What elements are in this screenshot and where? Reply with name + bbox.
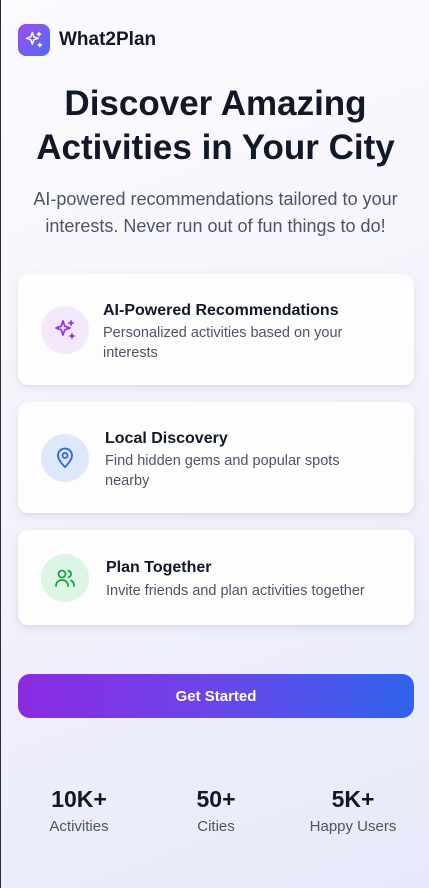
stat-label: Happy Users — [309, 818, 397, 835]
feature-card-plan-together: Plan Together Invite friends and plan ac… — [18, 530, 414, 625]
users-icon — [41, 554, 89, 602]
map-pin-icon — [41, 434, 89, 482]
app-name: What2Plan — [59, 29, 157, 50]
stat-value: 50+ — [196, 786, 236, 812]
feature-card-local-discovery: Local Discovery Find hidden gems and pop… — [18, 402, 414, 513]
feature-description: Find hidden gems and popular spots nearb… — [105, 453, 340, 489]
sparkles-icon — [18, 24, 50, 56]
feature-card-ai-recommendations: AI-Powered Recommendations Personalized … — [18, 274, 414, 385]
feature-description: Personalized activities based on your in… — [103, 325, 343, 361]
stat-cities: 50+ Cities — [146, 786, 286, 835]
stat-label: Activities — [49, 818, 109, 835]
feature-title: Plan Together — [106, 559, 212, 576]
stat-activities: 10K+ Activities — [9, 786, 149, 835]
feature-title: Local Discovery — [105, 430, 228, 447]
feature-description: Invite friends and plan activities toget… — [106, 583, 365, 599]
app-header: What2Plan — [18, 24, 156, 56]
stat-label: Cities — [197, 818, 235, 835]
feature-title: AI-Powered Recommendations — [103, 302, 339, 319]
stat-value: 5K+ — [331, 786, 375, 812]
hero-title: Discover Amazing Activities in Your City — [36, 84, 395, 167]
get-started-button[interactable]: Get Started — [18, 674, 414, 718]
sparkles-icon — [41, 306, 89, 354]
stat-happy-users: 5K+ Happy Users — [283, 786, 423, 835]
hero-subtitle: AI-powered recommendations tailored to y… — [33, 189, 398, 236]
stat-value: 10K+ — [51, 786, 107, 812]
